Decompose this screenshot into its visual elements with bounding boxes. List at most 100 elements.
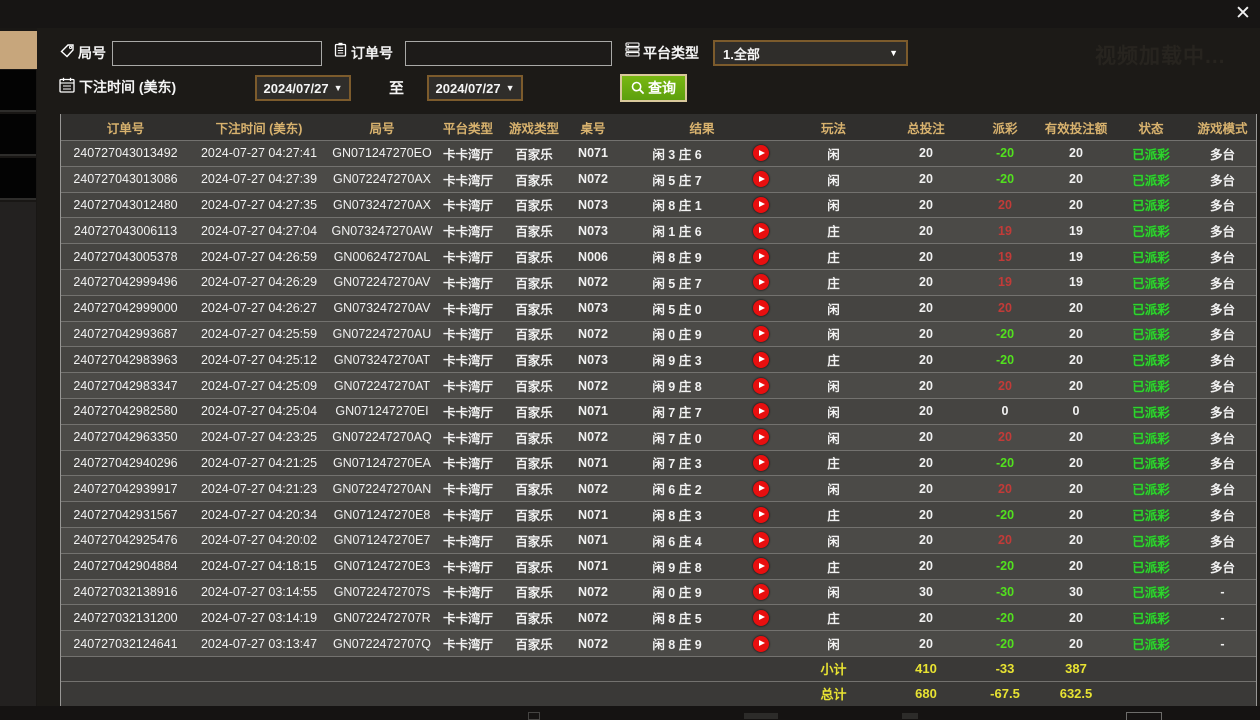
play-video-icon[interactable]	[753, 609, 769, 626]
date-to-picker[interactable]: 2024/07/27 ▼	[427, 75, 523, 101]
table-row: 240727032138916 2024-07-27 03:14:55 GN0722…	[61, 578, 1256, 605]
total-bet-cell: 20	[919, 378, 933, 393]
valid-bet-cell: 20	[1069, 507, 1083, 522]
payout-cell: -20	[995, 172, 1015, 187]
result-cell: 闲 5 庄 7	[652, 276, 702, 291]
result-cell: 闲 5 庄 7	[652, 173, 702, 188]
table-row: 240727043013492 2024-07-27 04:27:41 GN0712…	[61, 140, 1256, 166]
result-cell: 闲 8 庄 9	[652, 251, 702, 266]
total-bet-cell: 20	[919, 507, 933, 522]
play-video-icon[interactable]	[753, 377, 769, 394]
round-no-input[interactable]	[112, 41, 322, 66]
order-no-cell: 240727042904884	[73, 559, 178, 574]
bet-time-cell: 2024-07-27 04:25:09	[200, 378, 318, 393]
game-mode-cell: -	[1220, 584, 1225, 599]
date-to-value: 2024/07/27	[435, 80, 501, 96]
sidebar-slot[interactable]	[0, 158, 36, 200]
table-no-cell: N071	[578, 533, 608, 548]
table-no-cell: N072	[578, 610, 608, 625]
play-video-icon[interactable]	[753, 635, 769, 652]
play-video-icon[interactable]	[753, 145, 769, 162]
round-no-cell: GN006247270AL	[333, 249, 431, 264]
subtotal-row: 小计 410 -33 387	[61, 655, 1256, 681]
betting-records-screen: ✕ 视频加载中... 局号 订单号 平台类型 1.全部 ▼ 下注时间 (美东) …	[0, 0, 1260, 720]
game-type-cell: 百家乐	[515, 560, 553, 575]
play-video-icon[interactable]	[753, 196, 769, 213]
play-video-icon[interactable]	[753, 274, 769, 291]
play-video-icon[interactable]	[753, 351, 769, 368]
table-no-cell: N072	[578, 326, 608, 341]
play-video-icon[interactable]	[753, 403, 769, 420]
play-video-icon[interactable]	[753, 300, 769, 317]
game-mode-cell: 多台	[1209, 534, 1235, 549]
sidebar-slot[interactable]	[0, 114, 36, 156]
result-cell: 闲 8 庄 5	[652, 612, 702, 627]
table-row: 240727042931567 2024-07-27 04:20:34 GN0712…	[61, 501, 1256, 527]
chevron-down-icon: ▼	[333, 83, 343, 93]
bet-time-cell: 2024-07-27 04:20:34	[200, 507, 318, 522]
game-mode-cell: 多台	[1209, 276, 1235, 291]
status-cell: 已派彩	[1132, 534, 1170, 549]
game-type-cell: 百家乐	[515, 405, 553, 420]
game-type-cell: 百家乐	[515, 173, 553, 188]
valid-bet-cell: 20	[1069, 301, 1083, 316]
date-from-picker[interactable]: 2024/07/27 ▼	[255, 75, 351, 101]
column-header: 游戏类型	[508, 121, 559, 136]
close-icon[interactable]: ✕	[1232, 3, 1254, 25]
game-mode-cell: 多台	[1209, 405, 1235, 420]
payout-cell: 20	[998, 301, 1012, 316]
video-cell	[736, 631, 786, 656]
play-video-icon[interactable]	[753, 480, 769, 497]
bet-time-cell: 2024-07-27 04:26:29	[200, 275, 318, 290]
total-bet-cell: 20	[919, 249, 933, 264]
game-type-cell: 百家乐	[515, 483, 553, 498]
platform-list-icon	[625, 42, 640, 57]
game-mode-cell: 多台	[1209, 457, 1235, 472]
status-cell: 已派彩	[1132, 560, 1170, 575]
table-no-cell: N073	[578, 197, 608, 212]
play-video-icon[interactable]	[753, 558, 769, 575]
play-video-icon[interactable]	[753, 532, 769, 549]
table-row: 240727042904884 2024-07-27 04:18:15 GN0712…	[61, 552, 1256, 579]
table-no-cell: N071	[578, 507, 608, 522]
bet-time-cell: 2024-07-27 03:13:47	[200, 636, 318, 651]
sidebar-slot[interactable]	[0, 70, 36, 112]
play-video-icon[interactable]	[753, 248, 769, 265]
tag-icon	[60, 43, 75, 58]
query-button[interactable]: 查询	[620, 74, 687, 102]
play-video-icon[interactable]	[753, 506, 769, 523]
status-cell: 已派彩	[1132, 638, 1170, 653]
total-bet-cell: 20	[919, 559, 933, 574]
result-cell: 闲 9 庄 3	[652, 354, 702, 369]
column-header: 平台类型	[442, 121, 493, 136]
payout-cell: 20	[998, 533, 1012, 548]
bet-time-cell: 2024-07-27 04:27:41	[200, 146, 318, 161]
platform-cell: 卡卡湾厅	[442, 638, 493, 653]
play-video-icon[interactable]	[753, 583, 769, 600]
round-no-cell: GN073247270AV	[333, 301, 431, 316]
play-video-icon[interactable]	[753, 171, 769, 188]
platform-cell: 卡卡湾厅	[442, 612, 493, 627]
orders-table-header: 订单号 下注时间 (美东) 局号 平台类型 游戏类型 桌号 结果 玩法 总投注 派彩 有效投注额 状态…	[61, 114, 1256, 140]
payout-cell: -20	[995, 455, 1015, 470]
play-video-icon[interactable]	[753, 429, 769, 446]
game-mode-cell: 多台	[1209, 560, 1235, 575]
status-cell: 已派彩	[1132, 302, 1170, 317]
play-video-icon[interactable]	[753, 325, 769, 342]
order-no-cell: 240727042940296	[73, 455, 178, 470]
video-cell	[736, 399, 786, 424]
round-no-cell: GN073247270AX	[333, 197, 431, 212]
play-cell: 庄	[827, 560, 840, 575]
platform-type-select[interactable]: 1.全部 ▼	[713, 40, 908, 66]
video-cell	[736, 167, 786, 192]
video-cell	[736, 218, 786, 243]
order-no-cell: 240727042999000	[73, 301, 178, 316]
table-row: 240727032124641 2024-07-27 03:13:47 GN0722…	[61, 630, 1256, 656]
chevron-down-icon: ▼	[505, 83, 515, 93]
play-video-icon[interactable]	[753, 454, 769, 471]
round-no-cell: GN071247270E8	[333, 507, 431, 522]
order-no-input[interactable]	[405, 41, 612, 66]
play-video-icon[interactable]	[753, 222, 769, 239]
play-cell: 闲	[827, 483, 840, 498]
bet-time-cell: 2024-07-27 04:18:15	[200, 559, 318, 574]
